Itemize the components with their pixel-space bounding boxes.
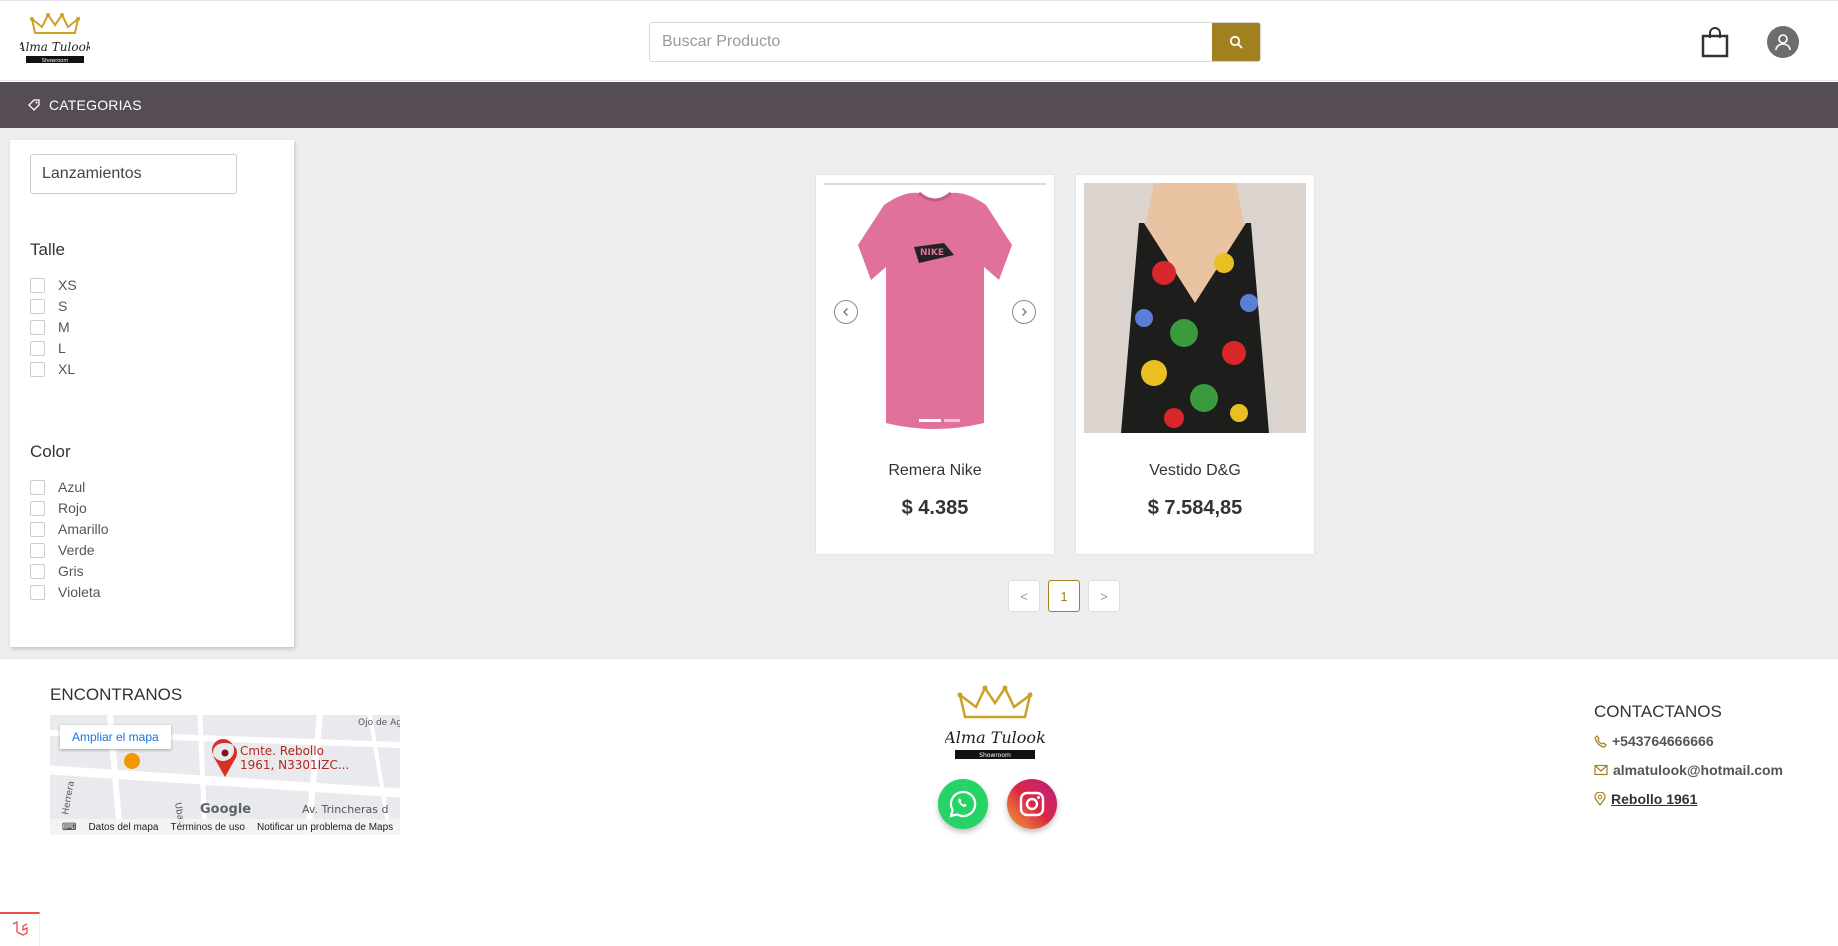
color-label: Gris [58,563,84,579]
color-label: Violeta [58,584,101,600]
color-filter-title: Color [30,442,71,461]
chevron-right-icon [1022,308,1027,316]
product-price: $ 7.584,85 [1147,497,1243,519]
categories-menu[interactable]: CATEGORIAS [0,82,1838,128]
footer-brand-name: Alma Tulook [945,728,1045,747]
map-footer: ⌨ Datos del mapa Términos de uso Notific… [50,819,400,835]
checkbox[interactable] [30,521,45,537]
map-street-label: Ojo de Ag [358,718,400,728]
google-logo: Google [200,802,251,817]
footer-brand-subtitle: Showroom [979,752,1011,759]
tag-icon [28,99,40,111]
size-filter-title: Talle [30,240,65,259]
color-label: Rojo [58,500,87,516]
checkbox[interactable] [30,361,45,377]
size-option[interactable]: L [30,339,66,357]
size-option[interactable]: XL [30,360,75,378]
keyboard-icon[interactable]: ⌨ [62,822,76,833]
size-option[interactable]: XS [30,276,77,294]
checkbox[interactable] [30,584,45,600]
location-pin-icon [1594,792,1606,806]
product-card[interactable]: Vestido D&G $ 7.584,85 [1075,174,1315,555]
search-input[interactable] [650,23,1212,61]
color-label: Amarillo [58,521,109,537]
email-address: almatulook@hotmail.com [1613,762,1784,778]
filter-sidebar: Lanzamientos Talle XS S M L XL Color Azu… [10,140,294,647]
phone-icon [1594,734,1607,748]
search-icon [1229,35,1243,49]
color-option[interactable]: Rojo [30,499,87,517]
product-price: $ 4.385 [901,497,969,519]
size-option[interactable]: S [30,297,67,315]
color-option[interactable]: Amarillo [30,520,109,538]
size-label: L [58,340,66,356]
find-us-title: ENCONTRANOS [50,685,183,704]
checkbox[interactable] [30,479,45,495]
chevron-left-icon [843,308,848,316]
map-terms-link[interactable]: Términos de uso [170,822,244,833]
color-option[interactable]: Gris [30,562,84,580]
size-option[interactable]: M [30,318,70,336]
instagram-icon[interactable] [1007,779,1057,829]
checkbox[interactable] [30,340,45,356]
map-data-link[interactable]: Datos del mapa [88,822,158,833]
brand-name: Alma Tulook [20,40,90,54]
product-card[interactable]: NIKE Remera Nike $ 4.385 [815,174,1055,555]
user-account-icon[interactable] [1767,26,1799,58]
map-report-link[interactable]: Notificar un problema de Maps [257,822,393,833]
svg-text:NIKE: NIKE [920,248,944,258]
checkbox[interactable] [30,563,45,579]
checkbox[interactable] [30,500,45,516]
product-image[interactable] [1084,183,1306,433]
contact-address[interactable]: Rebollo 1961 [1594,791,1697,807]
brand-subtitle: Showroom [42,58,69,64]
laravel-debug-icon[interactable] [0,912,40,946]
pagination-page-current[interactable]: 1 [1048,580,1080,612]
carousel-prev-button[interactable] [834,300,858,324]
phone-number: +543764666666 [1612,733,1714,749]
size-label: XS [58,277,77,293]
size-label: XL [58,361,76,377]
whatsapp-icon[interactable] [938,779,988,829]
map-pin-label: Cmte. Rebollo [240,744,324,758]
map-street-label: Av. Trincheras d [302,803,388,816]
color-label: Verde [58,542,95,558]
color-option[interactable]: Verde [30,541,95,559]
size-label: M [58,319,70,335]
pagination-next-button[interactable]: > [1088,580,1120,612]
footer: ENCONTRANOS Av. Trincheras d Ojo de Ag H… [0,658,1838,868]
categories-label: CATEGORIAS [49,97,142,113]
search-button[interactable] [1212,23,1260,61]
product-name[interactable]: Remera Nike [816,462,1054,480]
color-option[interactable]: Azul [30,478,85,496]
product-name[interactable]: Vestido D&G [1076,462,1314,480]
checkbox[interactable] [30,298,45,314]
shopping-bag-icon[interactable] [1700,26,1730,58]
search-bar [649,22,1261,62]
mail-icon [1594,764,1608,776]
pagination-prev-button[interactable]: < [1008,580,1040,612]
map-pin-label: 1961, N3301IZC... [240,758,349,772]
color-label: Azul [58,479,86,495]
contact-email[interactable]: almatulook@hotmail.com [1594,762,1783,778]
location-map[interactable]: Av. Trincheras d Ojo de Ag Herrera Ubano… [50,715,400,835]
brand-logo[interactable]: Alma Tulook Showroom [16,11,93,67]
checkbox[interactable] [30,542,45,558]
size-label: S [58,298,68,314]
contact-title: CONTACTANOS [1594,702,1722,721]
checkbox[interactable] [30,319,45,335]
color-option[interactable]: Violeta [30,583,101,601]
checkbox[interactable] [30,277,45,293]
enlarge-map-link[interactable]: Ampliar el mapa [60,725,171,749]
footer-brand-logo[interactable]: Alma Tulook Showroom [942,683,1046,765]
contact-phone[interactable]: +543764666666 [1594,733,1714,749]
collection-select[interactable]: Lanzamientos [30,154,237,194]
dress-image [1084,183,1306,433]
carousel-next-button[interactable] [1012,300,1036,324]
address-link[interactable]: Rebollo 1961 [1611,791,1697,807]
header: Alma Tulook Showroom [0,0,1838,81]
